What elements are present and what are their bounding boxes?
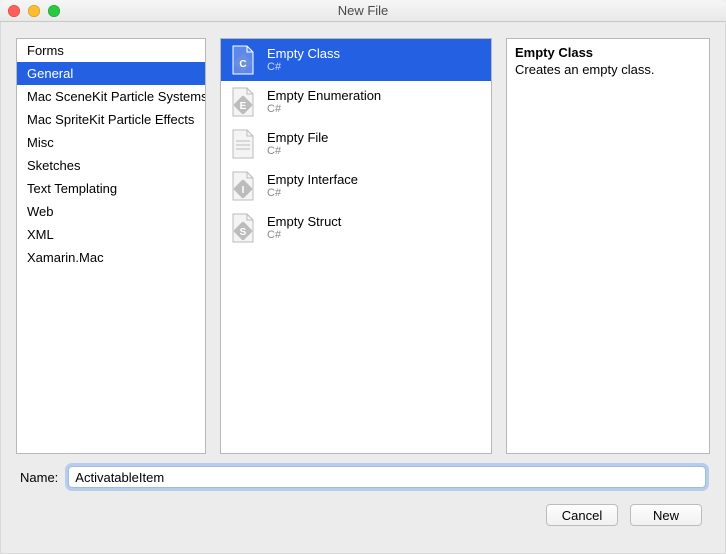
svg-text:E: E <box>240 101 247 112</box>
footer: Cancel New <box>16 504 710 538</box>
template-lang: C# <box>267 187 358 200</box>
category-item[interactable]: Mac SpriteKit Particle Effects <box>17 108 205 131</box>
template-text: Empty InterfaceC# <box>267 172 358 201</box>
name-row: Name: <box>16 466 710 492</box>
template-text: Empty EnumerationC# <box>267 88 381 117</box>
description-body: Creates an empty class. <box>515 62 701 77</box>
template-item[interactable]: S Empty StructC# <box>221 207 491 249</box>
template-item[interactable]: Empty FileC# <box>221 123 491 165</box>
template-item[interactable]: E Empty EnumerationC# <box>221 81 491 123</box>
svg-text:I: I <box>242 185 245 196</box>
category-item[interactable]: XML <box>17 223 205 246</box>
template-text: Empty FileC# <box>267 130 328 159</box>
svg-text:C: C <box>239 59 246 70</box>
template-name: Empty Class <box>267 46 340 62</box>
new-button[interactable]: New <box>630 504 702 526</box>
window-title: New File <box>0 3 726 18</box>
category-item[interactable]: Web <box>17 200 205 223</box>
category-item[interactable]: Misc <box>17 131 205 154</box>
template-file-icon: I <box>229 170 257 202</box>
template-lang: C# <box>267 61 340 74</box>
category-list[interactable]: FormsGeneralMac SceneKit Particle System… <box>16 38 206 454</box>
template-name: Empty Interface <box>267 172 358 188</box>
category-item[interactable]: Forms <box>17 39 205 62</box>
description-title: Empty Class <box>515 45 701 60</box>
cancel-button[interactable]: Cancel <box>546 504 618 526</box>
template-list[interactable]: C Empty ClassC# E Empty EnumerationC# Em… <box>220 38 492 454</box>
template-file-icon: S <box>229 212 257 244</box>
name-label: Name: <box>20 470 58 485</box>
name-input[interactable] <box>68 466 706 488</box>
template-name: Empty Enumeration <box>267 88 381 104</box>
content-area: FormsGeneralMac SceneKit Particle System… <box>0 22 726 554</box>
category-item[interactable]: Text Templating <box>17 177 205 200</box>
category-item[interactable]: Xamarin.Mac <box>17 246 205 269</box>
titlebar: New File <box>0 0 726 22</box>
new-file-dialog: New File FormsGeneralMac SceneKit Partic… <box>0 0 726 554</box>
template-lang: C# <box>267 103 381 116</box>
category-item[interactable]: General <box>17 62 205 85</box>
template-name: Empty Struct <box>267 214 341 230</box>
template-file-icon: E <box>229 86 257 118</box>
category-item[interactable]: Sketches <box>17 154 205 177</box>
svg-text:S: S <box>240 227 247 238</box>
template-file-icon <box>229 128 257 160</box>
template-lang: C# <box>267 229 341 242</box>
template-item[interactable]: I Empty InterfaceC# <box>221 165 491 207</box>
template-file-icon: C <box>229 44 257 76</box>
panels: FormsGeneralMac SceneKit Particle System… <box>16 38 710 454</box>
description-panel: Empty Class Creates an empty class. <box>506 38 710 454</box>
template-lang: C# <box>267 145 328 158</box>
template-item[interactable]: C Empty ClassC# <box>221 39 491 81</box>
template-name: Empty File <box>267 130 328 146</box>
category-item[interactable]: Mac SceneKit Particle Systems <box>17 85 205 108</box>
template-text: Empty ClassC# <box>267 46 340 75</box>
template-text: Empty StructC# <box>267 214 341 243</box>
